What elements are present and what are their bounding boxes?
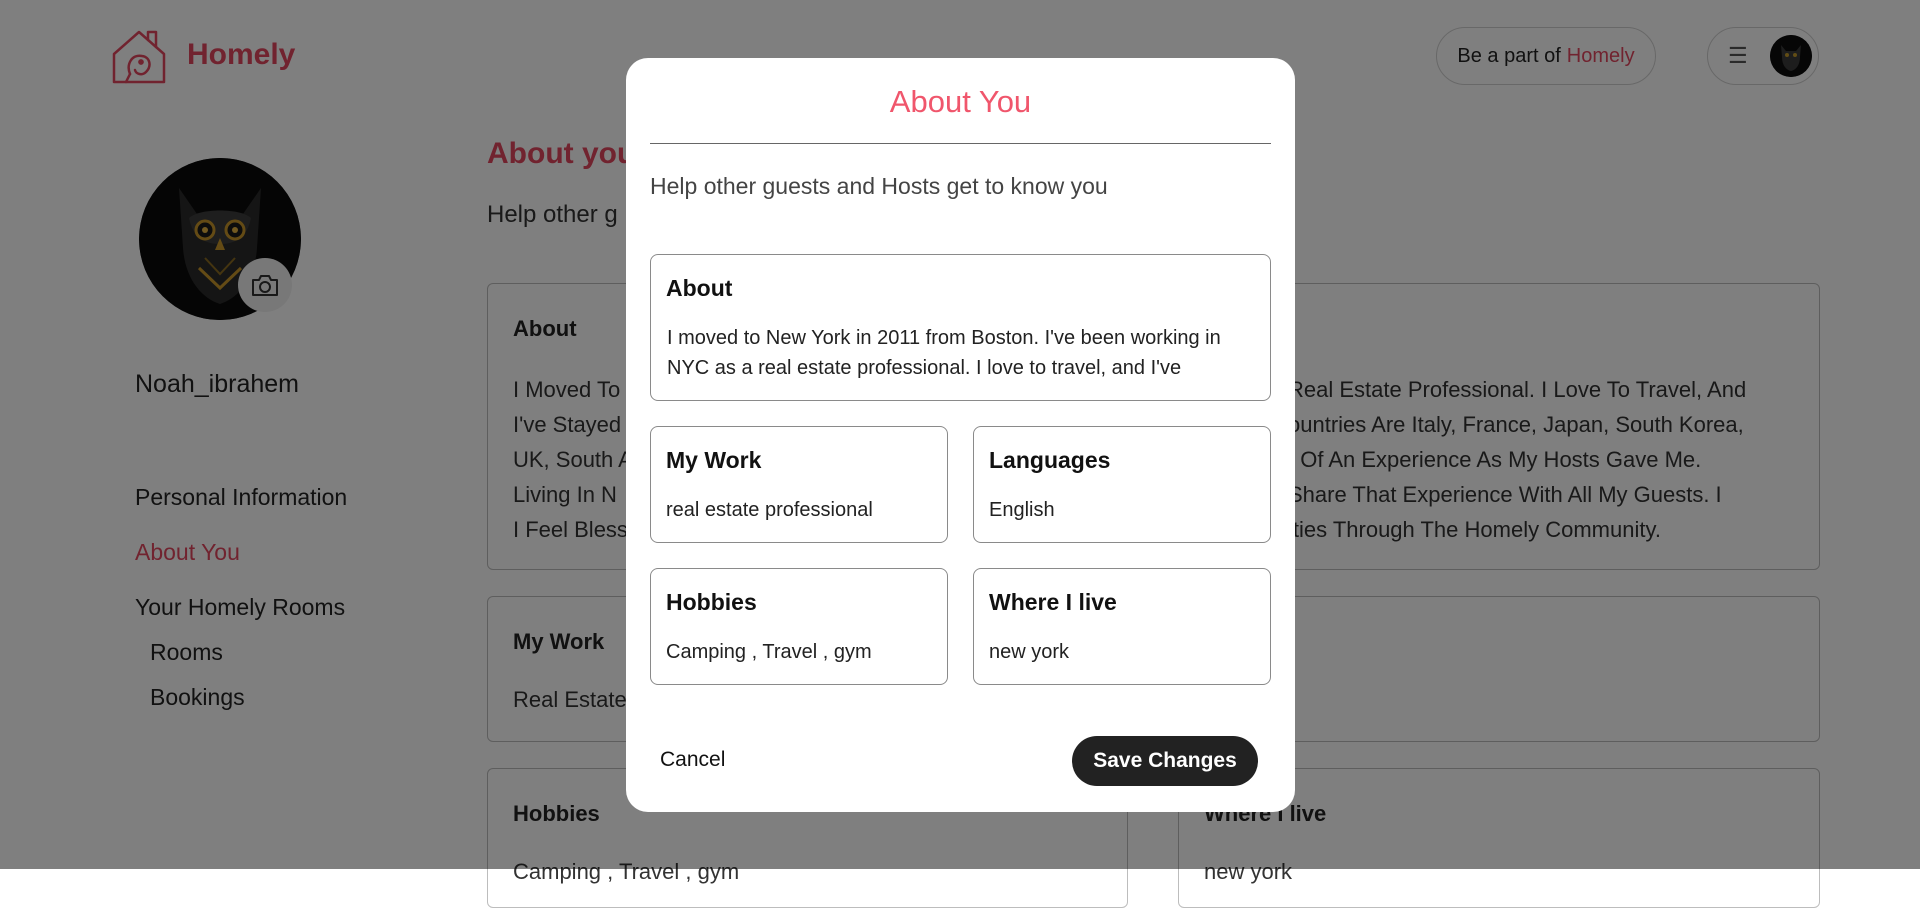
languages-field-label: Languages: [989, 447, 1111, 473]
my-work-field[interactable]: My Work real estate professional: [650, 426, 948, 543]
about-field[interactable]: About I moved to New York in 2011 from B…: [650, 254, 1271, 401]
modal-divider: [650, 143, 1271, 144]
hobbies-input[interactable]: Camping , Travel , gym: [666, 641, 872, 664]
hobbies-field-label: Hobbies: [666, 589, 757, 615]
where-i-live-input[interactable]: new york: [989, 641, 1069, 664]
hobbies-field[interactable]: Hobbies Camping , Travel , gym: [650, 568, 948, 685]
languages-field[interactable]: Languages English: [973, 426, 1271, 543]
about-textarea[interactable]: I moved to New York in 2011 from Boston.…: [667, 323, 1256, 383]
languages-input[interactable]: English: [989, 499, 1055, 522]
my-work-field-label: My Work: [666, 447, 762, 473]
where-i-live-field-label: Where I live: [989, 589, 1117, 615]
where-i-live-field[interactable]: Where I live new york: [973, 568, 1271, 685]
save-changes-button[interactable]: Save Changes: [1072, 736, 1258, 786]
about-you-modal: About You Help other guests and Hosts ge…: [626, 58, 1295, 812]
about-field-label: About: [666, 275, 733, 301]
modal-subtitle: Help other guests and Hosts get to know …: [650, 173, 1108, 199]
my-work-input[interactable]: real estate professional: [666, 499, 873, 522]
cancel-button[interactable]: Cancel: [660, 748, 725, 772]
modal-title: About You: [889, 84, 1032, 119]
